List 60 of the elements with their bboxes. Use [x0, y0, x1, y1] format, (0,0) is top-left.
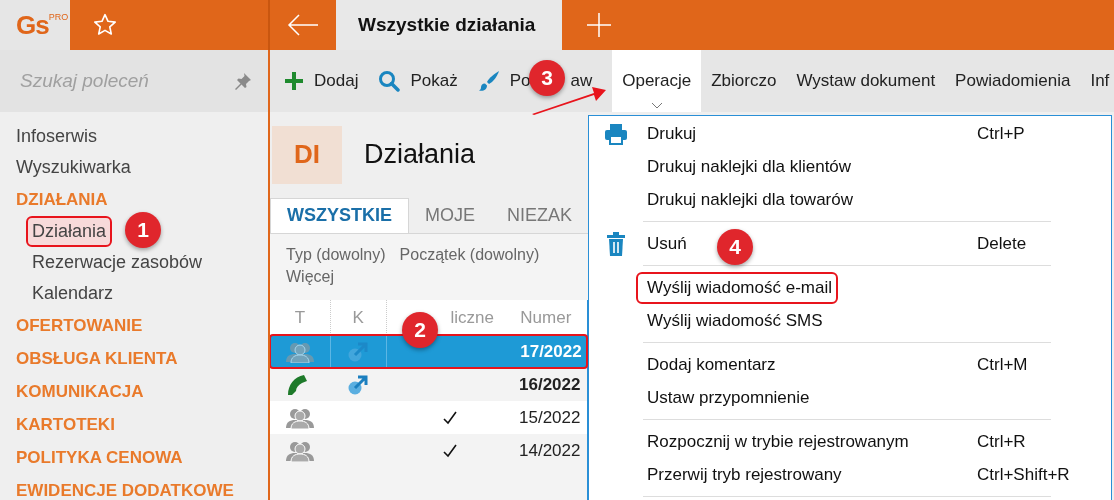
- people-icon: [285, 406, 315, 429]
- menu-tab[interactable]: Powiadomienia: [945, 50, 1081, 112]
- menu-tab[interactable]: Zbiorczo: [701, 50, 787, 112]
- table-cell-text: 15/2022: [518, 406, 582, 429]
- menu-item[interactable]: Dodaj komentarz: [643, 350, 780, 379]
- plus-icon: [284, 71, 304, 91]
- shortcut-label: Ctrl+M: [977, 354, 1029, 375]
- menu-item[interactable]: Ustaw przypomnienie: [643, 383, 814, 412]
- search-bar[interactable]: Szukaj poleceń: [0, 50, 268, 112]
- toolbar-button[interactable]: Pokaż: [378, 70, 458, 92]
- sidebar-item[interactable]: Działania: [28, 218, 111, 245]
- filter-link[interactable]: Początek (dowolny): [399, 246, 540, 264]
- menu-tab[interactable]: Inf: [1080, 50, 1114, 112]
- menu-item[interactable]: Wyślij wiadomość SMS: [643, 306, 827, 335]
- table-cell-text: 17/2022: [519, 340, 583, 363]
- menu-tab[interactable]: Operacje: [612, 50, 702, 112]
- open-tab[interactable]: Wszystkie działania: [336, 0, 562, 50]
- page-title: Działania: [364, 139, 476, 171]
- brush-icon: [477, 70, 500, 92]
- menu-item[interactable]: Rozpocznij w trybie rejestrowanym: [643, 427, 913, 456]
- shortcut-label: Ctrl+P: [977, 123, 1026, 144]
- command-search-field[interactable]: Szukaj poleceń: [18, 69, 234, 93]
- table-row[interactable]: 16/2022: [270, 368, 587, 401]
- new-tab-icon[interactable]: [587, 13, 611, 37]
- chevron-down-icon: [650, 102, 663, 109]
- people-icon: [284, 340, 315, 363]
- menu-item[interactable]: Wyślij wiadomość e-mail: [638, 273, 836, 302]
- pin-icon[interactable]: [234, 72, 252, 90]
- sidebar-item[interactable]: Rezerwacje zasobów: [28, 249, 207, 276]
- edition-label: PRO: [48, 12, 69, 22]
- people-icon: [285, 439, 315, 462]
- app-logo: Gs: [16, 10, 49, 40]
- shortcut-label: Ctrl+Shift+R: [977, 464, 1071, 485]
- module-badge: DI: [272, 125, 342, 184]
- table-cell-text: 14/2022: [518, 439, 582, 462]
- toolbar-button[interactable]: Dodaj: [284, 71, 359, 91]
- menu-item[interactable]: Usuń: [643, 229, 691, 258]
- view-tab[interactable]: WSZYSTKIE: [270, 197, 409, 233]
- menu-item[interactable]: Drukuj naklejki dla klientów: [643, 152, 856, 181]
- view-tab[interactable]: MOJE: [409, 197, 492, 233]
- table-cell-text: 16/2022: [518, 373, 582, 396]
- menu-item[interactable]: Drukuj: [643, 119, 701, 148]
- star-icon[interactable]: [92, 12, 118, 38]
- sidebar-item[interactable]: Kalendarz: [28, 280, 118, 307]
- table-row[interactable]: 15/2022: [270, 401, 587, 434]
- menu-tab[interactable]: Wystaw dokument: [786, 50, 946, 112]
- menu-item[interactable]: Drukuj naklejki dla towarów: [643, 185, 857, 214]
- printer-icon: [604, 122, 628, 145]
- filter-link[interactable]: Więcej: [286, 268, 334, 286]
- sidebar-item[interactable]: Wyszukiwarka: [0, 152, 268, 183]
- shortcut-label: Delete: [977, 233, 1028, 254]
- back-arrow-icon[interactable]: [287, 14, 319, 36]
- shortcut-label: Ctrl+R: [977, 431, 1027, 452]
- table-row[interactable]: 14/2022: [270, 434, 587, 467]
- trash-icon: [606, 231, 626, 256]
- search-icon: [378, 70, 401, 92]
- filter-link[interactable]: Typ (dowolny): [286, 246, 386, 264]
- sidebar-item[interactable]: Infoserwis: [0, 121, 268, 152]
- menu-item[interactable]: Przerwij tryb rejestrowany: [643, 460, 846, 489]
- view-tab[interactable]: NIEZAK: [491, 197, 588, 233]
